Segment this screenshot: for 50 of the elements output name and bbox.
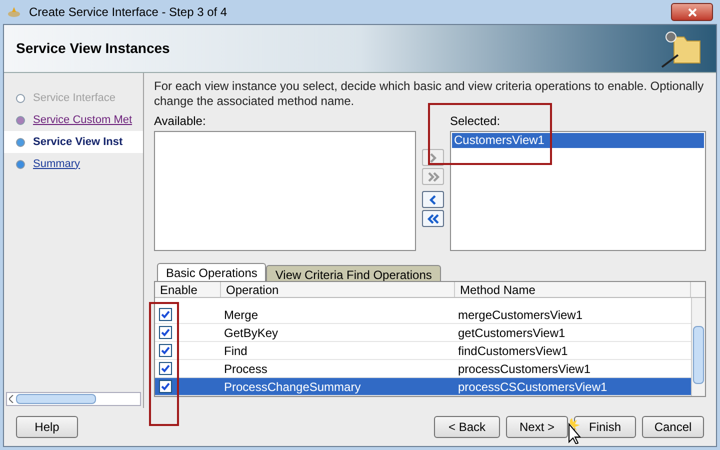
scroll-left-icon[interactable]	[9, 395, 14, 403]
table-cell-text: Process	[223, 360, 268, 378]
shuttle-button[interactable]	[422, 210, 444, 227]
table-row[interactable]: Find findCustomersView1	[155, 342, 691, 360]
table-row[interactable]: GetByKey getCustomersView1	[155, 324, 691, 342]
column-header[interactable]: Enable	[155, 282, 221, 297]
selected-list[interactable]: CustomersView1	[450, 131, 706, 251]
column-header[interactable]: Method Name	[455, 282, 691, 297]
table-cell-text: Merge	[223, 306, 260, 324]
close-button[interactable]	[671, 3, 713, 21]
checkbox[interactable]	[159, 380, 172, 393]
table-cell-text: findCustomersView1	[457, 342, 569, 360]
step-link[interactable]: Summary	[33, 156, 80, 172]
available-list[interactable]	[154, 131, 416, 251]
table-row[interactable]: ProcessChangeSummary processCSCustomersView1	[155, 378, 691, 396]
close-icon	[688, 8, 696, 16]
selected-label: Selected:	[450, 113, 502, 130]
dialog-button[interactable]: Finish	[574, 416, 636, 438]
chevron-left-icon	[426, 212, 440, 224]
dialog-button[interactable]: Next >	[506, 416, 568, 438]
checkbox[interactable]	[159, 308, 172, 321]
chevron-right-icon	[426, 170, 440, 182]
list-item[interactable]: CustomersView1	[452, 133, 704, 148]
instructions-text: For each view instance you select, decide which basic and view criteria operations to enable. Optionally change the associated method name.	[154, 79, 705, 109]
available-label: Available:	[154, 113, 207, 130]
checkbox[interactable]	[159, 326, 172, 339]
dialog-button[interactable]: Help	[16, 416, 78, 438]
checkbox[interactable]	[159, 344, 172, 357]
table-cell-text: Find	[223, 342, 248, 360]
table-cell-text: processCSCustomersView1	[457, 378, 608, 396]
table-cell-text: ProcessChangeSummary	[223, 378, 362, 396]
shuttle-button[interactable]	[422, 191, 444, 208]
dialog-button[interactable]: Cancel	[642, 416, 704, 438]
tab[interactable]: View Criteria Find Operations	[266, 265, 441, 281]
scroll-thumb[interactable]	[693, 326, 704, 384]
table-row[interactable]: Merge mergeCustomersView1	[155, 306, 691, 324]
scroll-thumb[interactable]	[16, 394, 96, 404]
step-link[interactable]: Service Custom Met	[33, 112, 132, 128]
page-title: Service View Instances	[16, 39, 170, 58]
table-cell-text: GetByKey	[223, 324, 280, 342]
vertical-scrollbar[interactable]	[691, 298, 705, 396]
table-cell-text: getCustomersView1	[457, 324, 566, 342]
dialog-button[interactable]: < Back	[434, 416, 500, 438]
tab[interactable]: Basic Operations	[157, 263, 266, 281]
horizontal-scrollbar[interactable]	[6, 392, 141, 406]
window-title: Create Service Interface - Step 3 of 4	[29, 4, 228, 21]
table-cell-text: processCustomersView1	[457, 360, 592, 378]
checkbox[interactable]	[159, 362, 172, 375]
column-header[interactable]: Operation	[221, 282, 455, 297]
table-cell-text: mergeCustomersView1	[457, 306, 584, 324]
